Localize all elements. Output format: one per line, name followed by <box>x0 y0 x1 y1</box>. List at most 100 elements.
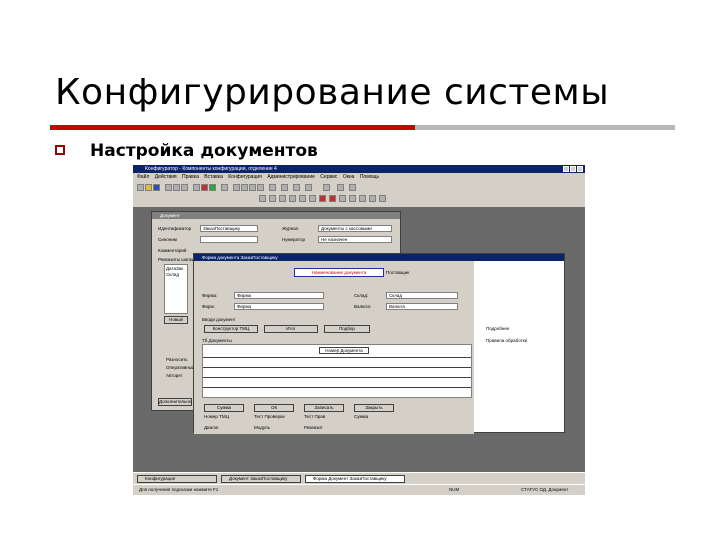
menu-item[interactable]: Помощь <box>360 174 379 180</box>
close-button[interactable]: Закрыть <box>354 404 394 412</box>
menu-item[interactable]: Конфигурация <box>228 174 262 180</box>
currency-field[interactable]: Валюта <box>386 303 458 310</box>
list-label: Реквизиты шапки <box>158 257 195 262</box>
total-button[interactable]: Итог <box>264 325 318 333</box>
firm2-field[interactable]: Фирма <box>234 303 324 310</box>
task-form[interactable]: Форма Документ ЗаказПоставщику <box>305 475 405 483</box>
tool-icon[interactable] <box>323 184 330 191</box>
menubar: Файл Действия Правка Вставка Конфигураци… <box>133 173 585 182</box>
tool-icon[interactable] <box>233 184 240 191</box>
task-configuration[interactable]: Конфигурация <box>137 475 217 483</box>
tool-icon[interactable] <box>359 195 366 202</box>
tool-icon[interactable] <box>293 184 300 191</box>
save-button[interactable]: Записать <box>304 404 344 412</box>
tool-icon[interactable] <box>349 195 356 202</box>
table-cell[interactable]: Номер Документа <box>319 347 369 354</box>
numbering-field[interactable]: Не назначен <box>318 236 392 243</box>
new-icon[interactable] <box>137 184 144 191</box>
tool-icon[interactable] <box>289 195 296 202</box>
run-icon[interactable] <box>209 184 216 191</box>
form-window: Форма документа ЗаказПоставщику Наименов… <box>193 253 565 434</box>
tool-icon[interactable] <box>281 184 288 191</box>
list-item[interactable]: Склад <box>166 272 179 277</box>
currency-label: Валюта: <box>354 304 372 309</box>
checkbox-autoreg[interactable]: Авторег <box>166 373 182 378</box>
rules-note: Правила обработки <box>486 338 528 343</box>
menu-item[interactable]: Вставка <box>204 174 223 180</box>
copy-icon[interactable] <box>173 184 180 191</box>
status-num: NUM <box>449 487 460 492</box>
footer-value: Тест Проверки <box>254 414 285 419</box>
tab-dialog[interactable]: Диалог <box>204 425 219 430</box>
menu-item[interactable]: Сервис <box>320 174 337 180</box>
tool-icon[interactable] <box>299 195 306 202</box>
tool-icon[interactable] <box>259 195 266 202</box>
save-icon[interactable] <box>153 184 160 191</box>
advanced-button[interactable]: Дополнительно <box>158 398 192 406</box>
selected-title-label[interactable]: Наименование документа <box>294 268 384 277</box>
ok-button[interactable]: ОК <box>254 404 294 412</box>
app-titlebar: Конфигуратор - Компоненты конфигурации, … <box>133 165 585 173</box>
footer-value: Номер ТМЦ <box>204 414 229 419</box>
synonym-label: Синоним <box>158 237 177 242</box>
tool-icon[interactable] <box>369 195 376 202</box>
close-icon[interactable] <box>577 166 583 172</box>
tool-icon[interactable] <box>269 195 276 202</box>
tab-attribute[interactable]: Реквизит <box>304 425 323 430</box>
menu-item[interactable]: Действия <box>155 174 177 180</box>
checkbox-operative[interactable]: Оперативный <box>166 365 195 370</box>
paste-icon[interactable] <box>181 184 188 191</box>
firm2-label: Фирм: <box>202 304 215 309</box>
warehouse-field[interactable]: Склад <box>386 292 458 299</box>
tool-icon[interactable] <box>279 195 286 202</box>
name-field[interactable]: ЗаказПоставщику <box>200 225 258 232</box>
tmc-constructor-button[interactable]: Конструктор ТМЦ <box>204 325 258 333</box>
tool-icon[interactable] <box>329 195 336 202</box>
find-icon[interactable] <box>221 184 228 191</box>
new-attribute-button[interactable]: Новый <box>164 316 188 324</box>
sum-button[interactable]: Сумма <box>204 404 244 412</box>
menu-item[interactable]: Правка <box>182 174 199 180</box>
tool-icon[interactable] <box>249 184 256 191</box>
minimize-icon[interactable] <box>563 166 569 172</box>
menu-item[interactable]: Файл <box>137 174 149 180</box>
stop-icon[interactable] <box>201 184 208 191</box>
type-label: Журнал <box>282 226 299 231</box>
status-hint: Для получения подсказки нажмите F1 <box>139 487 219 492</box>
tool-icon[interactable] <box>379 195 386 202</box>
document-window-caption: Документ <box>152 212 400 219</box>
app-screenshot: Конфигуратор - Компоненты конфигурации, … <box>133 165 585 495</box>
tool-icon[interactable] <box>319 195 326 202</box>
help-icon[interactable] <box>349 184 356 191</box>
app-title: Конфигуратор - Компоненты конфигурации, … <box>145 166 277 172</box>
doc-section-label: Вводи документ <box>202 317 236 322</box>
tab-module[interactable]: Модуль <box>254 425 270 430</box>
synonym-field[interactable] <box>200 236 258 243</box>
tool-icon[interactable] <box>241 184 248 191</box>
type-field[interactable]: Документы с кассовыми <box>318 225 392 232</box>
table-title: Тб Документы <box>202 338 232 343</box>
list-item[interactable]: ДатаЗак <box>166 266 183 271</box>
tool-icon[interactable] <box>309 195 316 202</box>
details-checkbox[interactable]: Подробнее <box>486 326 509 331</box>
footer-value: Тест Прав <box>304 414 326 419</box>
firm-field[interactable]: Фирма <box>234 292 324 299</box>
select-button[interactable]: Подбор <box>324 325 370 333</box>
menu-item[interactable]: Администрирование <box>267 174 315 180</box>
checkbox-posting[interactable]: Разносить <box>166 357 188 362</box>
document-table[interactable]: Номер Документа <box>202 344 472 398</box>
tool-icon[interactable] <box>305 184 312 191</box>
undo-icon[interactable] <box>193 184 200 191</box>
cut-icon[interactable] <box>165 184 172 191</box>
bullet-square-icon <box>55 145 65 155</box>
tool-icon[interactable] <box>337 184 344 191</box>
open-icon[interactable] <box>145 184 152 191</box>
task-document[interactable]: Документ ЗаказПоставщику <box>221 475 301 483</box>
comment-label: Комментарий <box>158 248 187 253</box>
menu-item[interactable]: Окна <box>343 174 355 180</box>
attribute-list[interactable]: ДатаЗак Склад <box>164 264 188 314</box>
maximize-icon[interactable] <box>570 166 576 172</box>
tool-icon[interactable] <box>339 195 346 202</box>
tool-icon[interactable] <box>269 184 276 191</box>
tool-icon[interactable] <box>257 184 264 191</box>
